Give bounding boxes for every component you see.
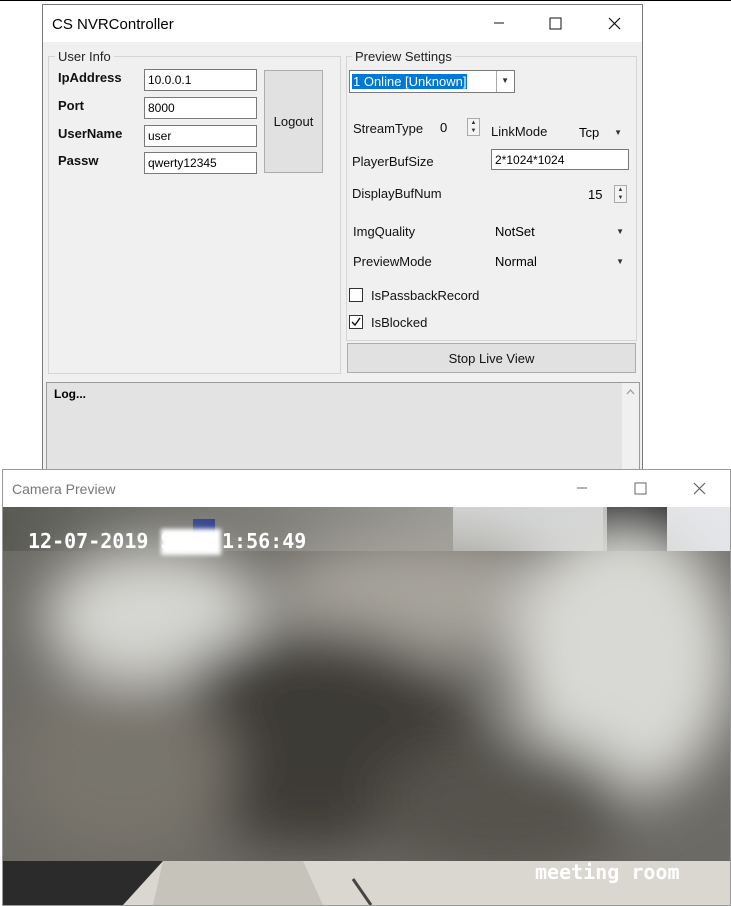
- channel-dropdown[interactable]: 1 Online [Unknown] ▼: [349, 70, 515, 93]
- stop-live-view-button[interactable]: Stop Live View: [347, 343, 636, 373]
- stream-type-label: StreamType: [353, 121, 424, 136]
- preview-mode-label: PreviewMode: [353, 254, 432, 269]
- dropdown-separator: [496, 71, 497, 92]
- preview-mode-value: Normal: [495, 254, 537, 269]
- close-button[interactable]: [676, 472, 722, 504]
- timestamp-date-text: 12-07-2019 S: [28, 529, 173, 553]
- log-scrollbar[interactable]: [622, 383, 639, 473]
- link-mode-value: Tcp: [579, 125, 600, 140]
- passback-record-label[interactable]: IsPassbackRecord: [371, 288, 479, 303]
- img-quality-dropdown[interactable]: NotSet ▼: [491, 220, 629, 242]
- chevron-down-icon: ▼: [501, 76, 509, 85]
- img-quality-value: NotSet: [495, 224, 535, 239]
- display-buf-num-label: DisplayBufNum: [352, 186, 442, 201]
- password-field[interactable]: qwerty12345: [144, 152, 257, 174]
- window-title: Camera Preview: [12, 481, 116, 497]
- minimize-button[interactable]: [476, 7, 522, 39]
- display-buf-num-value[interactable]: 15: [588, 187, 602, 202]
- title-bar: CS NVRController: [43, 5, 642, 42]
- user-info-title: User Info: [55, 49, 114, 64]
- preview-mode-dropdown[interactable]: Normal ▼: [491, 250, 629, 272]
- maximize-button[interactable]: [532, 7, 578, 39]
- camera-preview-window: Camera Preview 12-07-2019 S 1:56:49 meet…: [2, 469, 731, 906]
- maximize-icon: [634, 482, 646, 494]
- window-title: CS NVRController: [52, 16, 174, 33]
- camera-video-feed[interactable]: 12-07-2019 S 1:56:49 meeting room: [3, 507, 730, 905]
- scroll-up-icon: [626, 389, 635, 395]
- username-field[interactable]: user: [144, 125, 257, 147]
- password-label: Passw: [58, 153, 99, 168]
- link-mode-label: LinkMode: [491, 124, 548, 139]
- chevron-down-icon: ▼: [614, 128, 622, 137]
- ip-address-label: IpAddress: [58, 70, 122, 85]
- checkmark-icon: [351, 317, 361, 327]
- nvr-controller-window: CS NVRController User Info IpAddress 10.…: [42, 4, 643, 474]
- preview-settings-title: Preview Settings: [352, 49, 455, 64]
- player-buf-size-label: PlayerBufSize: [352, 154, 434, 169]
- ip-address-field[interactable]: 10.0.0.1: [144, 69, 257, 91]
- port-label: Port: [58, 98, 84, 113]
- username-label: UserName: [58, 126, 123, 141]
- chevron-down-icon: ▼: [616, 227, 624, 236]
- minimize-icon: [577, 487, 587, 489]
- close-button[interactable]: [591, 7, 637, 39]
- blocked-checkbox[interactable]: [349, 315, 363, 329]
- blurred-camera-image: [3, 507, 730, 905]
- port-field[interactable]: 8000: [144, 97, 257, 119]
- minimize-button[interactable]: [559, 472, 605, 504]
- camera-name-text: meeting room: [535, 860, 680, 884]
- chevron-down-icon: ▼: [616, 257, 624, 266]
- close-icon: [693, 482, 705, 494]
- display-buf-num-spinner[interactable]: ▲ ▼: [614, 185, 627, 203]
- passback-record-checkbox[interactable]: [349, 288, 363, 302]
- player-buf-size-field[interactable]: 2*1024*1024: [491, 149, 629, 170]
- stream-type-value[interactable]: 0: [440, 120, 447, 135]
- minimize-icon: [494, 22, 504, 24]
- img-quality-label: ImgQuality: [353, 224, 416, 239]
- channel-selected-value: 1 Online [Unknown]: [350, 73, 469, 90]
- stream-type-spinner[interactable]: ▲ ▼: [467, 118, 480, 136]
- link-mode-dropdown[interactable]: Tcp ▼: [574, 121, 627, 143]
- close-icon: [608, 17, 620, 29]
- blocked-label[interactable]: IsBlocked: [371, 315, 427, 330]
- log-text: Log...: [54, 387, 86, 401]
- screen-top-edge: [0, 0, 731, 1]
- logout-button[interactable]: Logout: [264, 70, 323, 173]
- maximize-icon: [549, 17, 561, 29]
- maximize-button[interactable]: [617, 472, 663, 504]
- log-textbox[interactable]: Log...: [46, 382, 640, 474]
- timestamp-time-text: 1:56:49: [222, 529, 307, 553]
